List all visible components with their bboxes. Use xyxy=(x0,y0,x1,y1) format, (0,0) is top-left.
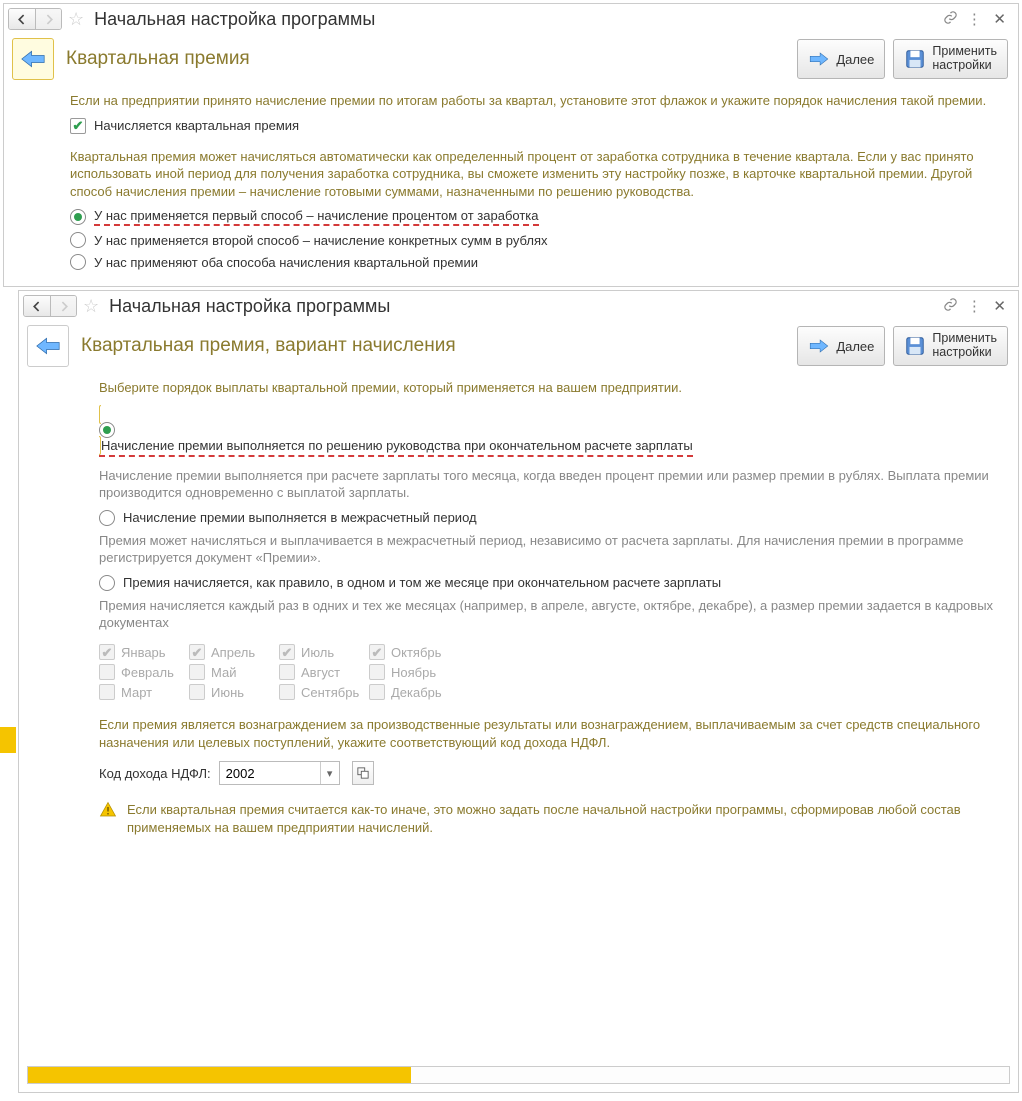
window-title: Начальная настройка программы xyxy=(109,296,390,317)
step-title: Квартальная премия, вариант начисления xyxy=(81,335,456,357)
titlebar: ☆ Начальная настройка программы ⋮ ✕ xyxy=(4,4,1018,36)
link-icon[interactable] xyxy=(941,297,959,316)
month-apr-label: Апрель xyxy=(211,645,255,660)
radio-variant-1-label[interactable]: Начисление премии выполняется по решению… xyxy=(101,438,693,453)
quarterly-bonus-checkbox[interactable] xyxy=(70,118,86,134)
close-button[interactable]: ✕ xyxy=(989,297,1010,315)
month-dec-label: Декабрь xyxy=(391,685,442,700)
month-aug-label: Август xyxy=(301,665,340,680)
month-apr-checkbox xyxy=(189,644,205,660)
month-mar-label: Март xyxy=(121,685,152,700)
ndfl-code-label: Код дохода НДФЛ: xyxy=(99,766,211,781)
month-jan-checkbox xyxy=(99,644,115,660)
month-jan-label: Январь xyxy=(121,645,166,660)
month-jul-label: Июль xyxy=(301,645,334,660)
content-area: Выберите порядок выплаты квартальной пре… xyxy=(19,373,1018,846)
month-jul-checkbox xyxy=(279,644,295,660)
nav-forward-button[interactable] xyxy=(35,9,61,29)
warning-icon xyxy=(99,801,117,836)
ndfl-code-row: Код дохода НДФЛ: ▾ xyxy=(99,761,1000,785)
month-oct-label: Октябрь xyxy=(391,645,441,660)
next-button[interactable]: Далее xyxy=(797,326,885,366)
side-highlight-tab xyxy=(0,727,16,753)
nav-buttons xyxy=(23,295,77,317)
intro-text: Если на предприятии принято начисление п… xyxy=(70,92,1000,110)
wizard-back-button[interactable] xyxy=(27,325,69,367)
window-step2: ☆ Начальная настройка программы ⋮ ✕ Квар… xyxy=(18,290,1019,1093)
window-step1: ☆ Начальная настройка программы ⋮ ✕ Квар… xyxy=(3,3,1019,287)
window-title: Начальная настройка программы xyxy=(94,9,375,30)
radio-method-3-label[interactable]: У нас применяют оба способа начисления к… xyxy=(94,255,478,270)
month-may-checkbox xyxy=(189,664,205,680)
next-button-label: Далее xyxy=(836,52,874,67)
months-grid: Январь Февраль Март Апрель Май Июнь Июль… xyxy=(99,640,1000,704)
radio-variant-3[interactable] xyxy=(99,575,115,591)
warning-text: Если квартальная премия считается как-то… xyxy=(127,801,1000,836)
ndfl-code-input[interactable] xyxy=(220,762,320,784)
nav-forward-button[interactable] xyxy=(50,296,76,316)
kebab-menu-icon[interactable]: ⋮ xyxy=(965,297,983,315)
nav-back-button[interactable] xyxy=(24,296,50,316)
dropdown-icon[interactable]: ▾ xyxy=(321,767,339,780)
warning-block: Если квартальная премия считается как-то… xyxy=(99,801,1000,836)
month-jun-label: Июнь xyxy=(211,685,244,700)
radio-method-2[interactable] xyxy=(70,232,86,248)
nav-buttons xyxy=(8,8,62,30)
month-aug-checkbox xyxy=(279,664,295,680)
month-may-label: Май xyxy=(211,665,236,680)
radio-method-1-label[interactable]: У нас применяется первый способ – начисл… xyxy=(94,208,539,226)
progress-bar xyxy=(27,1066,1010,1084)
month-mar-checkbox xyxy=(99,684,115,700)
radio-variant-2-label[interactable]: Начисление премии выполняется в межрасче… xyxy=(123,510,477,525)
month-sep-checkbox xyxy=(279,684,295,700)
ndfl-description: Если премия является вознаграждением за … xyxy=(99,716,1000,751)
month-jun-checkbox xyxy=(189,684,205,700)
variant-1-desc: Начисление премии выполняется при расчет… xyxy=(99,467,1000,502)
radio-method-2-label[interactable]: У нас применяется второй способ – начисл… xyxy=(94,233,547,248)
month-feb-checkbox xyxy=(99,664,115,680)
variant-3-desc: Премия начисляется каждый раз в одних и … xyxy=(99,597,1000,632)
open-reference-button[interactable] xyxy=(352,761,374,785)
apply-settings-button[interactable]: Применитьнастройки xyxy=(893,39,1008,79)
link-icon[interactable] xyxy=(941,10,959,29)
month-feb-label: Февраль xyxy=(121,665,174,680)
radio-variant-3-label[interactable]: Премия начисляется, как правило, в одном… xyxy=(123,575,721,590)
next-button[interactable]: Далее xyxy=(797,39,885,79)
nav-back-button[interactable] xyxy=(9,9,35,29)
close-button[interactable]: ✕ xyxy=(989,10,1010,28)
next-button-label: Далее xyxy=(836,339,874,354)
step-title: Квартальная премия xyxy=(66,48,250,70)
radio-method-3[interactable] xyxy=(70,254,86,270)
quarterly-bonus-label[interactable]: Начисляется квартальная премия xyxy=(94,118,299,133)
radio-method-1[interactable] xyxy=(70,209,86,225)
subheader: Квартальная премия, вариант начисления Д… xyxy=(19,323,1018,373)
description-text: Квартальная премия может начисляться авт… xyxy=(70,148,1000,201)
progress-fill xyxy=(28,1067,411,1083)
month-oct-checkbox xyxy=(369,644,385,660)
apply-settings-button[interactable]: Применитьнастройки xyxy=(893,326,1008,366)
wizard-back-button[interactable] xyxy=(12,38,54,80)
radio-variant-2[interactable] xyxy=(99,510,115,526)
month-nov-label: Ноябрь xyxy=(391,665,436,680)
content-area: Если на предприятии принято начисление п… xyxy=(4,86,1018,286)
titlebar: ☆ Начальная настройка программы ⋮ ✕ xyxy=(19,291,1018,323)
month-dec-checkbox xyxy=(369,684,385,700)
ndfl-code-select[interactable]: ▾ xyxy=(219,761,340,785)
radio-variant-1[interactable] xyxy=(99,422,115,438)
month-nov-checkbox xyxy=(369,664,385,680)
subheader: Квартальная премия Далее Применитьнастро… xyxy=(4,36,1018,86)
favorite-star-icon[interactable]: ☆ xyxy=(83,297,99,315)
favorite-star-icon[interactable]: ☆ xyxy=(68,10,84,28)
kebab-menu-icon[interactable]: ⋮ xyxy=(965,10,983,28)
month-sep-label: Сентябрь xyxy=(301,685,359,700)
intro-text: Выберите порядок выплаты квартальной пре… xyxy=(99,379,1000,397)
variant-2-desc: Премия может начисляться и выплачивается… xyxy=(99,532,1000,567)
